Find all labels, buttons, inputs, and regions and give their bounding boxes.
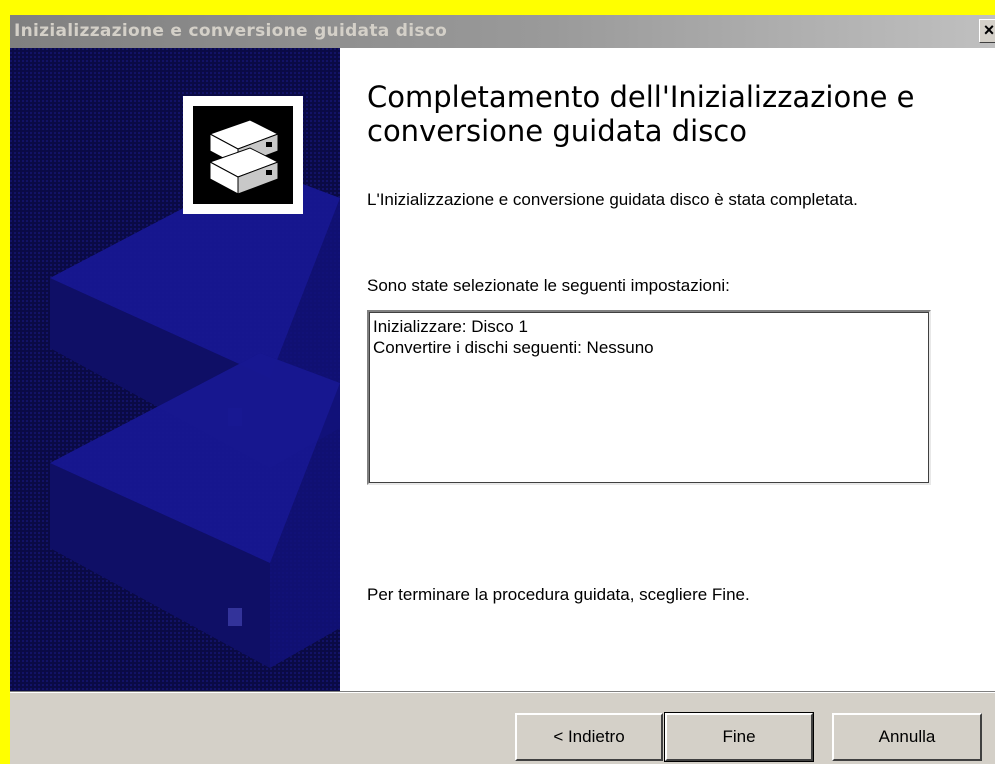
close-button[interactable]: ×: [979, 19, 995, 43]
finish-button[interactable]: Fine: [664, 712, 814, 762]
finish-instruction: Per terminare la procedura guidata, sceg…: [367, 585, 750, 604]
wizard-window: Inizializzazione e conversione guidata d…: [10, 15, 995, 764]
title-bar[interactable]: Inizializzazione e conversione guidata d…: [10, 15, 995, 48]
cancel-button[interactable]: Annulla: [832, 713, 982, 761]
wizard-content: Completamento dell'Inizializzazione e co…: [340, 48, 995, 691]
back-button[interactable]: < Indietro: [515, 713, 663, 761]
wizard-side-panel: [10, 48, 340, 691]
list-item: Inizializzare: Disco 1: [373, 317, 528, 336]
side-panel-artwork: [10, 48, 340, 691]
completion-description: L'Inizializzazione e conversione guidata…: [367, 190, 858, 209]
disk-stack-icon: [183, 96, 303, 214]
close-icon: ×: [983, 20, 995, 40]
settings-listbox[interactable]: Inizializzare: Disco 1 Convertire i disc…: [367, 310, 931, 485]
window-title: Inizializzazione e conversione guidata d…: [14, 21, 448, 41]
list-item: Convertire i dischi seguenti: Nessuno: [373, 338, 654, 357]
button-bar: < Indietro Fine Annulla: [10, 693, 995, 764]
settings-label: Sono state selezionate le seguenti impos…: [367, 276, 730, 295]
page-title: Completamento dell'Inizializzazione e co…: [367, 80, 915, 148]
